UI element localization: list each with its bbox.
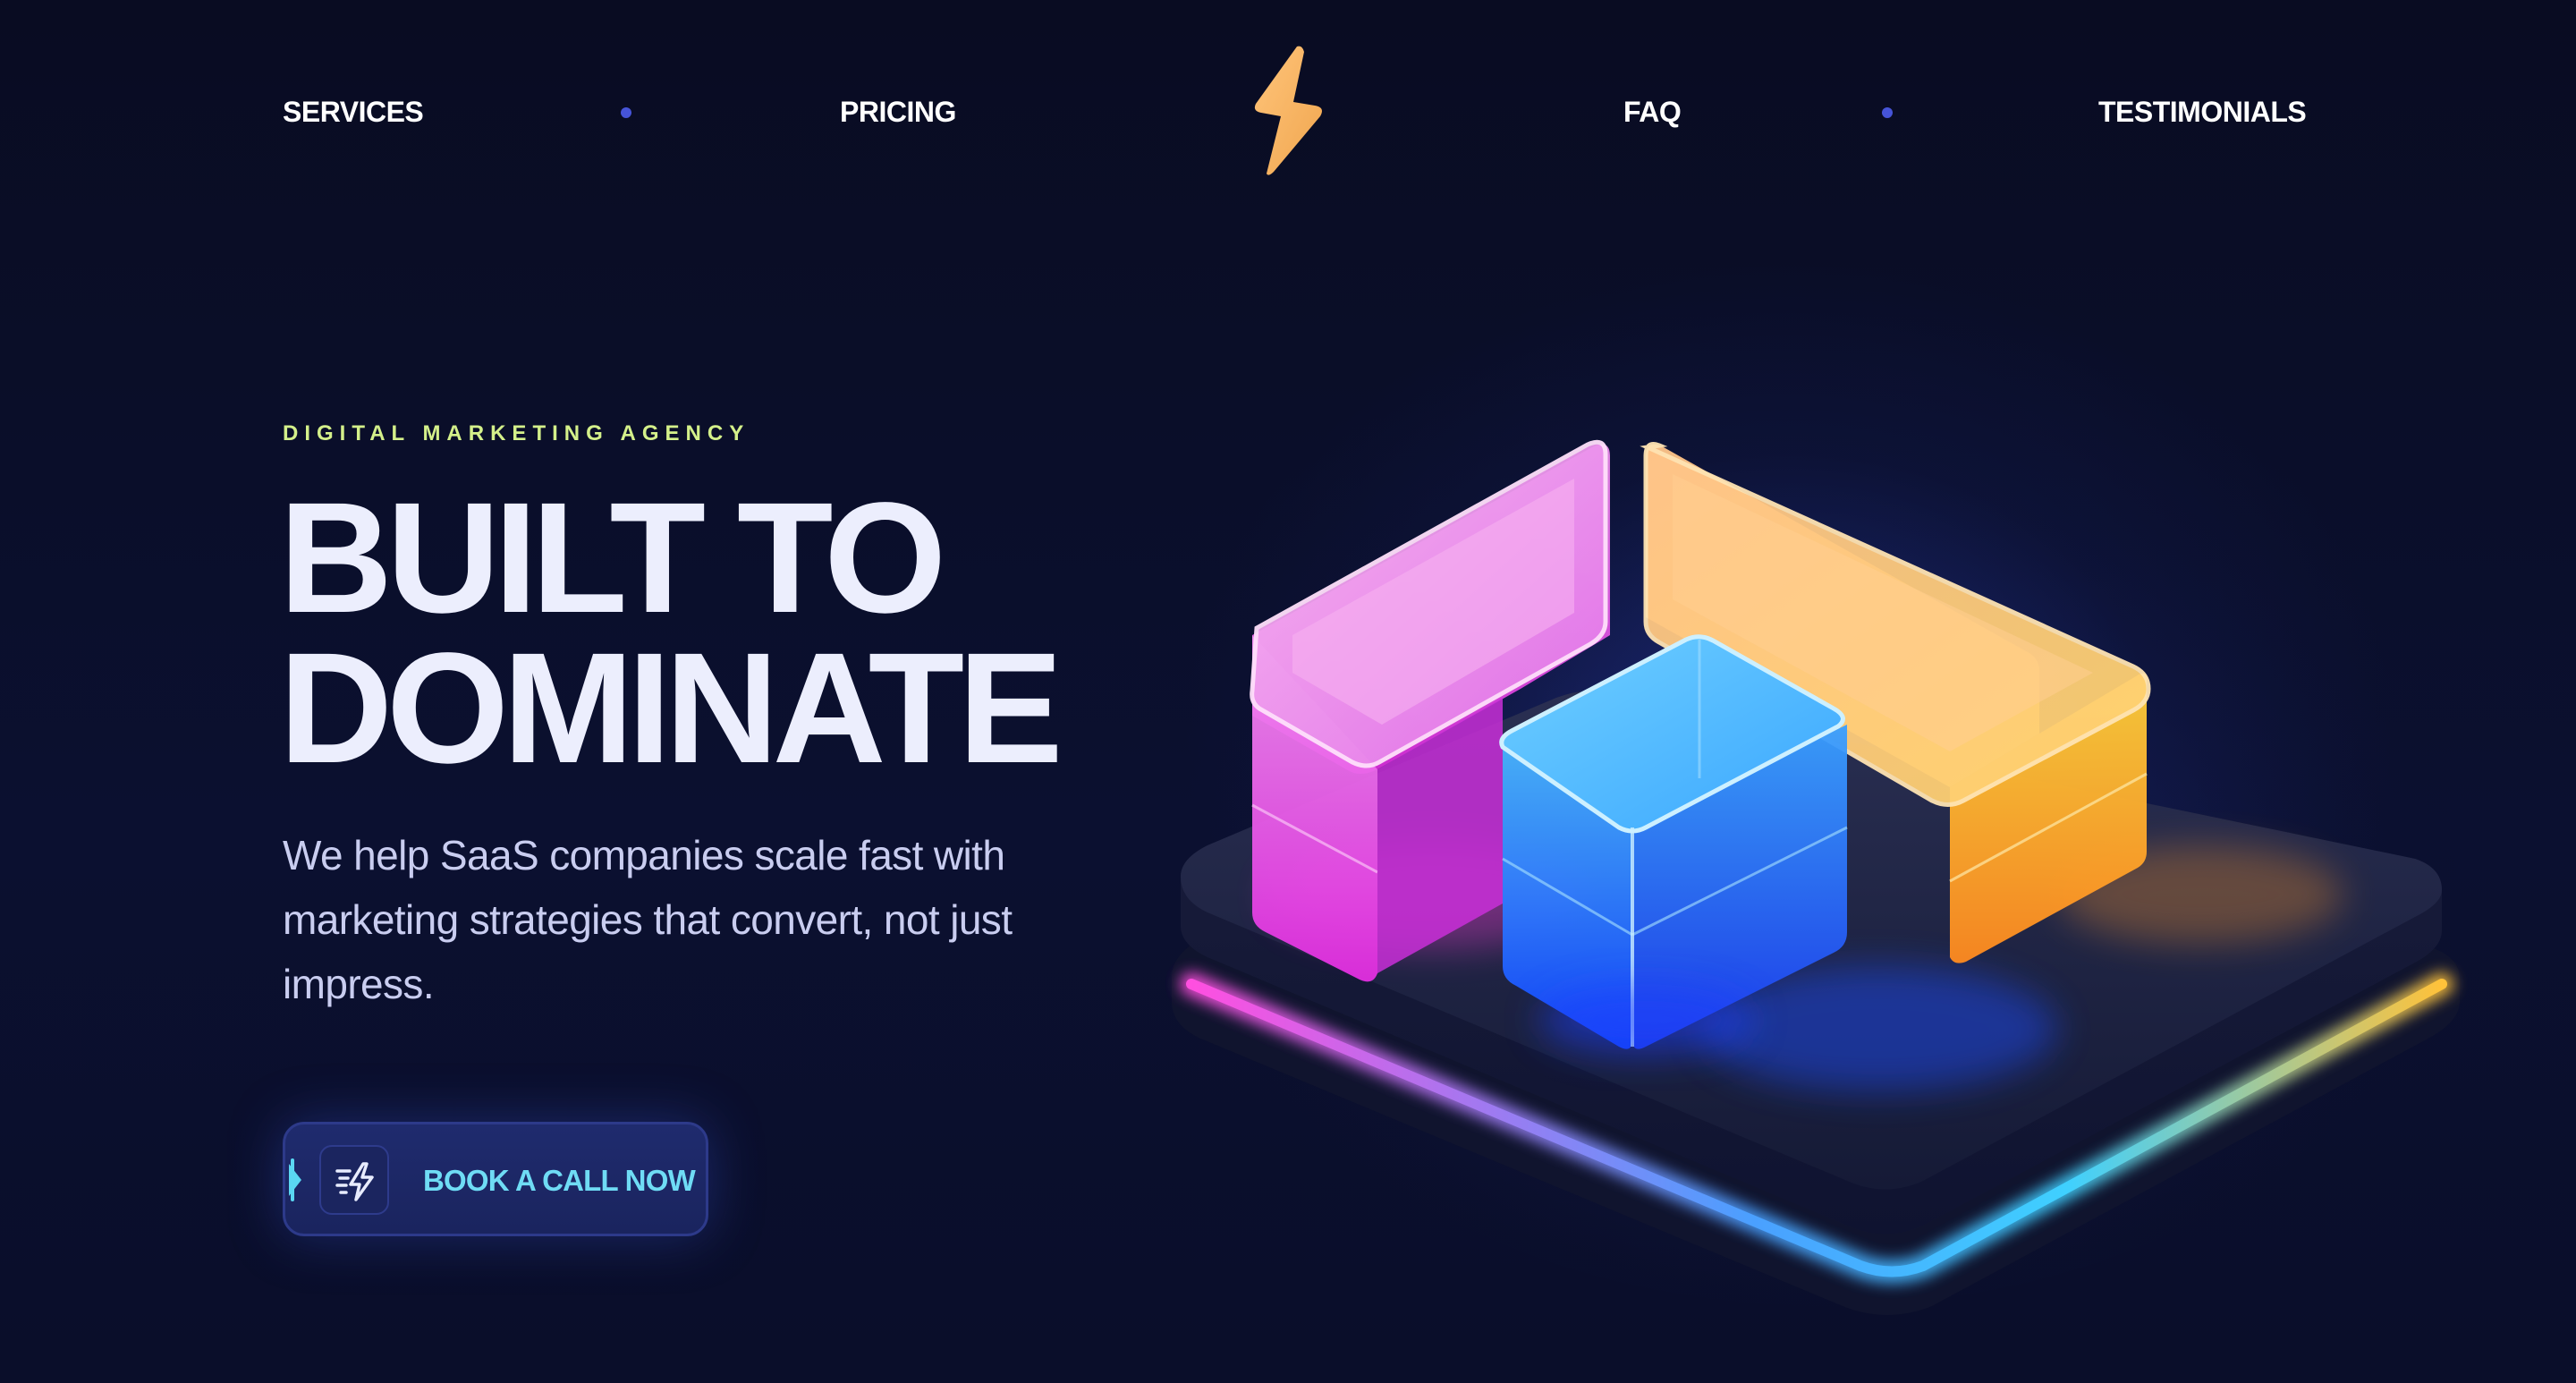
nav-link-pricing[interactable]: PRICING	[840, 96, 956, 129]
headline-line-2: DOMINATE	[279, 621, 1063, 796]
hero-subcopy: We help SaaS companies scale fast with m…	[283, 832, 1013, 1007]
nav-link-services[interactable]: SERVICES	[283, 96, 424, 129]
cta-label: BOOK A CALL NOW	[423, 1164, 696, 1197]
nav-separator-dot	[621, 107, 631, 118]
book-a-call-button[interactable]: BOOK A CALL NOW	[283, 1122, 708, 1236]
landing-page: SERVICES PRICING FAQ TESTIMONIALS DIGITA…	[0, 0, 2576, 1383]
logo-lightning-bolt-icon[interactable]	[1250, 45, 1326, 177]
nav-link-faq[interactable]: FAQ	[1623, 96, 1682, 129]
fast-bolt-icon	[319, 1145, 389, 1215]
top-navigation: SERVICES PRICING FAQ TESTIMONIALS	[0, 0, 2576, 224]
nav-link-testimonials[interactable]: TESTIMONIALS	[2098, 96, 2307, 129]
headline-line-1: BUILT TO	[279, 471, 946, 646]
cta-arrow-marker	[289, 1164, 301, 1196]
nav-separator-dot	[1882, 107, 1893, 118]
hero-eyebrow: DIGITAL MARKETING AGENCY	[283, 421, 750, 445]
glass-blocks-chart-illustration	[1145, 340, 2540, 1378]
hero-headline: BUILT TO DOMINATE	[279, 471, 1063, 796]
